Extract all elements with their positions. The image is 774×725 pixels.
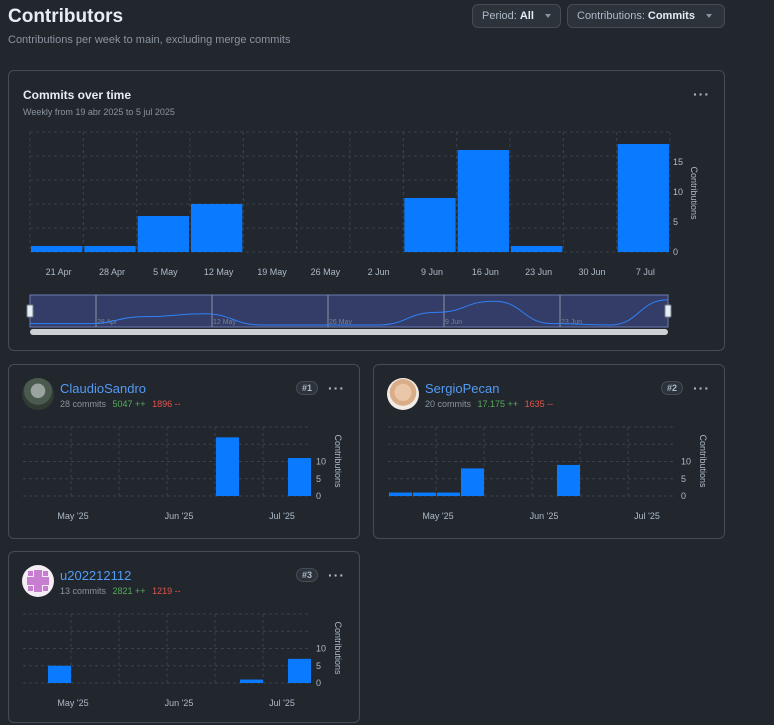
x-tick-label: May '25 xyxy=(57,698,88,708)
y-tick-label: 0 xyxy=(316,678,321,688)
bar xyxy=(216,437,239,496)
x-tick-label: 2 Jun xyxy=(368,267,390,277)
period-label: Period: xyxy=(482,10,517,22)
x-tick-label: 19 May xyxy=(257,267,287,277)
x-tick-label: May '25 xyxy=(57,511,88,521)
brush-label: 23 Jun xyxy=(561,319,582,326)
y-axis-label: Contributions xyxy=(333,621,343,675)
y-axis-label: Contributions xyxy=(698,434,708,488)
y-axis-label: Contributions xyxy=(689,166,699,220)
bar xyxy=(617,144,669,252)
bar xyxy=(288,458,311,496)
x-tick-label: 5 May xyxy=(153,267,178,277)
bar xyxy=(389,492,412,496)
x-tick-label: Jul '25 xyxy=(634,511,660,521)
y-tick-label: 10 xyxy=(316,644,326,654)
period-value: All xyxy=(519,10,534,22)
brush-handle-left xyxy=(26,304,34,318)
x-tick-label: Jun '25 xyxy=(530,511,559,521)
y-tick-label: 10 xyxy=(681,457,691,467)
x-tick-label: Jun '25 xyxy=(165,511,194,521)
y-tick-label: 5 xyxy=(681,474,686,484)
contributor-commits-chart: 0 5 10 Contributions May '25 Jun '25 Jul '25 xyxy=(388,426,708,521)
brush-handle-right xyxy=(664,304,672,318)
contributions-value: Commits xyxy=(647,10,695,22)
contributions-label: Contributions: xyxy=(577,10,645,22)
chevron-down-icon xyxy=(544,14,551,18)
contributor-card: ClaudioSandro 28 commits 5047 ++ 1896 --… xyxy=(8,364,360,539)
y-tick-label: 10 xyxy=(316,457,326,467)
x-tick-label: 28 Apr xyxy=(99,267,125,277)
contributor-card: SergioPecan 20 commits 17.175 ++ 1635 --… xyxy=(373,364,725,539)
x-tick-label: 26 May xyxy=(311,267,341,277)
period-dropdown[interactable]: Period: All xyxy=(472,4,561,28)
bar xyxy=(511,246,563,252)
x-tick-label: 12 May xyxy=(204,267,234,277)
y-tick-label: 15 xyxy=(673,157,683,167)
x-tick-label: 16 Jun xyxy=(472,267,499,277)
brush-label: 9 Jun xyxy=(445,319,462,326)
x-tick-label: 23 Jun xyxy=(525,267,552,277)
y-tick-label: 0 xyxy=(681,491,686,501)
x-tick-label: 7 Jul xyxy=(636,267,655,277)
y-tick-label: 5 xyxy=(316,661,321,671)
y-tick-label: 10 xyxy=(673,187,683,197)
x-tick-label: Jun '25 xyxy=(165,698,194,708)
x-tick-label: 9 Jun xyxy=(421,267,443,277)
x-tick-label: Jul '25 xyxy=(269,698,295,708)
bar xyxy=(137,216,189,252)
y-tick-label: 0 xyxy=(673,247,678,257)
brush-label: 12 May xyxy=(213,319,236,326)
y-tick-label: 0 xyxy=(316,491,321,501)
bar xyxy=(404,198,456,252)
bar xyxy=(437,492,460,496)
bar xyxy=(457,150,509,252)
page-title: Contributors xyxy=(8,6,124,27)
bar xyxy=(48,665,71,683)
contributions-dropdown[interactable]: Contributions: Commits xyxy=(567,4,725,28)
bar xyxy=(240,679,263,683)
y-tick-label: 5 xyxy=(673,217,678,227)
bar xyxy=(84,246,136,252)
contributor-commits-chart: 0 5 10 Contributions May '25 Jun '25 Jul '25 xyxy=(23,426,343,521)
bar xyxy=(413,492,436,496)
y-tick-label: 5 xyxy=(316,474,321,484)
main-commits-chart: 21 Apr 28 Apr 5 May 12 May 19 May 26 May 2 Jun… xyxy=(26,131,699,335)
x-tick-label: 30 Jun xyxy=(578,267,605,277)
bar xyxy=(288,658,311,683)
y-axis-label: Contributions xyxy=(333,434,343,488)
contributor-card: u202212112 13 commits 2821 ++ 1219 -- #3… xyxy=(8,551,360,723)
x-tick-label: May '25 xyxy=(422,511,453,521)
page-subtitle: Contributions per week to main, excludin… xyxy=(8,34,291,46)
bar xyxy=(461,468,484,496)
bar xyxy=(191,204,243,252)
x-tick-label: Jul '25 xyxy=(269,511,295,521)
contributor-commits-chart: 0 5 10 Contributions May '25 Jun '25 Jul '25 xyxy=(23,613,343,708)
bar xyxy=(557,464,580,496)
chevron-down-icon xyxy=(705,14,712,18)
range-scrollbar xyxy=(30,329,668,335)
commits-over-time-panel: Commits over time Weekly from 19 abr 202… xyxy=(8,70,725,351)
bar xyxy=(31,246,83,252)
x-tick-label: 21 Apr xyxy=(46,267,72,277)
